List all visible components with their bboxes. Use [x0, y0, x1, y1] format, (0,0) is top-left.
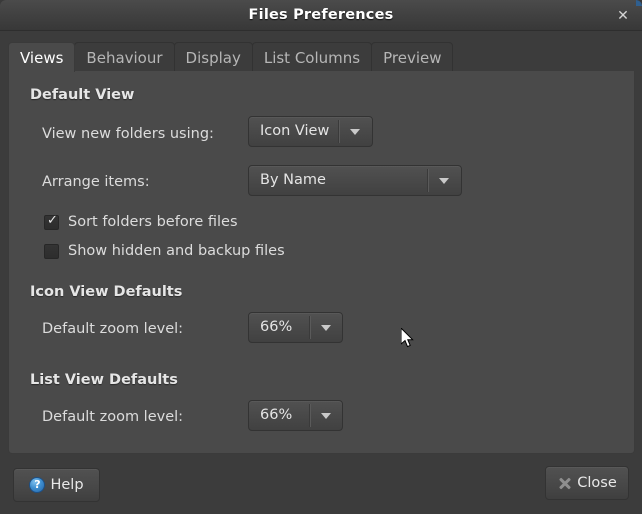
- checkbox-show-hidden-and-backup-files[interactable]: [44, 244, 59, 259]
- window-title: Files Preferences: [248, 7, 394, 23]
- list-view-default-zoom-level-combobox[interactable]: 66%: [248, 400, 343, 431]
- tab-behaviour-label: Behaviour: [86, 49, 163, 67]
- tab-display-label: Display: [185, 49, 241, 67]
- help-button-label: Help: [50, 477, 84, 493]
- title-bar: Files Preferences ✕: [0, 0, 642, 31]
- preferences-dialog-window: Files Preferences ✕ Views Behaviour Disp…: [0, 0, 642, 514]
- views-tab-panel: Default View View new folders using: Ico…: [8, 71, 635, 454]
- label-view-new-folders-using: View new folders using:: [42, 126, 214, 142]
- checkbox-sort-folders-before-files[interactable]: ✓: [44, 213, 59, 230]
- check-mark-icon: [46, 242, 59, 258]
- chevron-down-icon: [321, 413, 331, 419]
- list-view-default-zoom-level-value: 66%: [260, 407, 293, 423]
- tab-views[interactable]: Views: [8, 42, 76, 72]
- tab-list-columns-label: List Columns: [263, 49, 361, 67]
- combo-separator: [338, 120, 340, 143]
- window-close-icon[interactable]: ✕: [613, 6, 633, 26]
- chevron-down-icon: [350, 129, 360, 135]
- combo-separator: [309, 316, 311, 339]
- view-new-folders-using-value: Icon View: [260, 123, 330, 139]
- help-question-icon: [29, 477, 46, 493]
- tab-behaviour[interactable]: Behaviour: [74, 42, 175, 72]
- combo-separator: [309, 404, 311, 427]
- tab-list-columns[interactable]: List Columns: [251, 42, 373, 72]
- view-new-folders-using-combobox[interactable]: Icon View: [248, 116, 373, 147]
- close-x-icon: [557, 476, 572, 491]
- close-button-label: Close: [577, 475, 617, 491]
- label-icon-view-default-zoom-level: Default zoom level:: [42, 321, 184, 337]
- checkbox-label-sort-folders-before-files: Sort folders before files: [68, 214, 238, 230]
- tab-bar: Views Behaviour Display List Columns Pre…: [8, 41, 634, 72]
- section-heading-default-view: Default View: [30, 87, 135, 103]
- combo-separator: [427, 169, 429, 192]
- label-arrange-items: Arrange items:: [42, 174, 150, 190]
- chevron-down-icon: [439, 178, 449, 184]
- section-heading-icon-view-defaults: Icon View Defaults: [30, 284, 183, 300]
- icon-view-default-zoom-level-combobox[interactable]: 66%: [248, 312, 343, 343]
- check-mark-icon: ✓: [47, 213, 58, 228]
- section-heading-list-view-defaults: List View Defaults: [30, 372, 178, 388]
- tab-preview-label: Preview: [383, 49, 442, 67]
- tab-display[interactable]: Display: [173, 42, 253, 72]
- dialog-button-bar: Help Close: [0, 455, 642, 514]
- arrange-items-combobox[interactable]: By Name: [248, 165, 462, 196]
- tab-preview[interactable]: Preview: [371, 42, 454, 72]
- label-list-view-default-zoom-level: Default zoom level:: [42, 409, 184, 425]
- chevron-down-icon: [321, 325, 331, 331]
- tab-views-label: Views: [20, 49, 64, 67]
- icon-view-default-zoom-level-value: 66%: [260, 319, 293, 335]
- help-button[interactable]: Help: [13, 468, 100, 502]
- checkbox-label-show-hidden-and-backup-files: Show hidden and backup files: [68, 243, 285, 259]
- close-button[interactable]: Close: [545, 466, 629, 500]
- arrange-items-value: By Name: [260, 172, 326, 188]
